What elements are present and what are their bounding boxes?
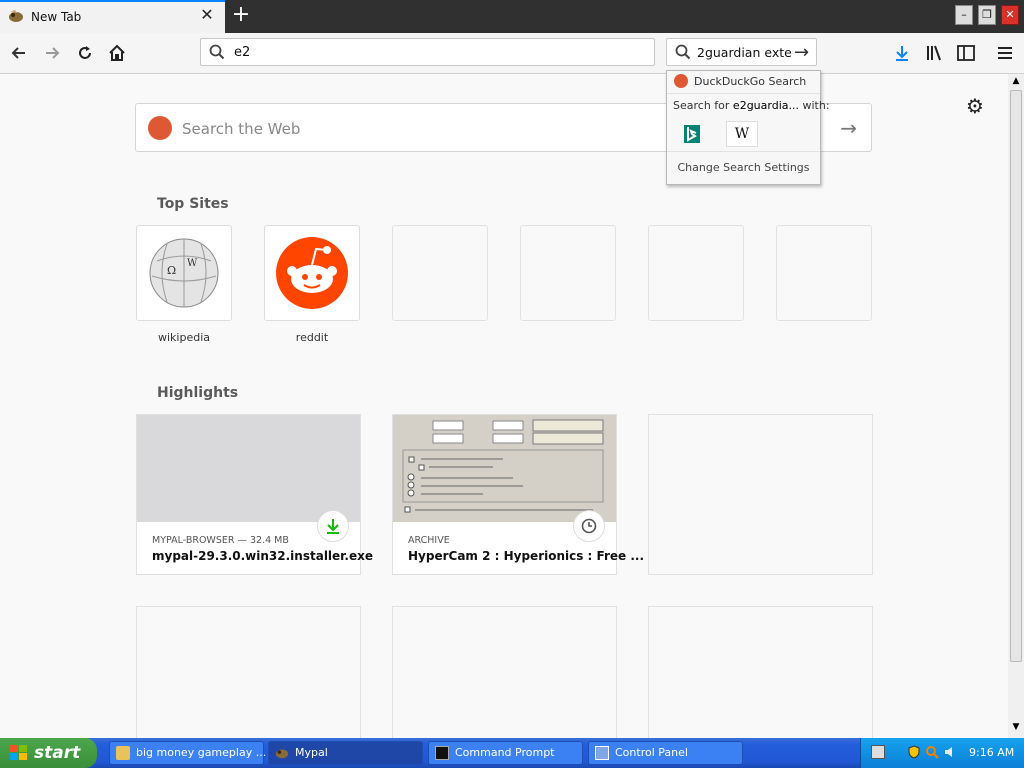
search-for-term: e2guardia... — [732, 99, 799, 112]
search-arrow-icon[interactable]: → — [840, 116, 857, 140]
clock-icon — [573, 510, 605, 542]
highlight-title: mypal-29.3.0.win32.installer.exe — [152, 549, 373, 563]
home-button[interactable] — [103, 39, 131, 67]
svg-text:Ω: Ω — [167, 264, 176, 277]
top-site-label: wikipedia — [157, 331, 210, 344]
search-go-icon[interactable]: → — [794, 42, 809, 63]
search-bar[interactable]: 2guardian exten → — [666, 38, 817, 66]
highlight-meta: MYPAL-BROWSER — 32.4 MB — [152, 535, 289, 546]
downloads-button[interactable] — [888, 39, 916, 67]
top-site-reddit[interactable] — [264, 225, 360, 321]
highlight-empty-slot — [136, 606, 361, 738]
windows-logo-icon — [10, 745, 27, 760]
top-site-empty-slot[interactable] — [776, 225, 872, 321]
menu-button[interactable] — [991, 39, 1019, 67]
search-icon — [675, 44, 691, 60]
mypal-favicon-icon — [9, 10, 23, 22]
top-site-empty-slot[interactable] — [392, 225, 488, 321]
duckduckgo-icon — [674, 74, 688, 88]
scrollbar-thumb[interactable] — [1010, 90, 1022, 662]
tab-close-icon[interactable]: ✕ — [198, 6, 216, 24]
forward-button[interactable] — [38, 39, 66, 67]
start-button[interactable]: start — [0, 738, 97, 768]
shield-icon[interactable] — [907, 745, 921, 759]
folder-icon — [116, 746, 130, 760]
download-icon — [896, 46, 908, 61]
svg-text:W: W — [187, 258, 198, 269]
top-site-wikipedia[interactable]: Ω W — [136, 225, 232, 321]
reddit-icon — [276, 237, 348, 309]
top-site-label: reddit — [295, 331, 329, 344]
highlight-empty-slot — [648, 606, 873, 738]
mypal-icon — [275, 749, 289, 759]
search-input[interactable]: 2guardian exten — [697, 45, 792, 60]
magnifier-tray-icon[interactable] — [925, 745, 939, 759]
taskbar-item[interactable]: Command Prompt — [428, 741, 583, 765]
forward-arrow-icon — [46, 47, 60, 59]
clock: 9:16 AM — [969, 746, 1015, 759]
gear-icon[interactable]: ⚙ — [966, 94, 984, 118]
scroll-down-icon[interactable]: ▼ — [1010, 722, 1022, 734]
highlights-heading: Highlights — [157, 385, 239, 401]
highlight-meta: ARCHIVE — [408, 535, 450, 546]
top-sites-heading: Top Sites — [157, 196, 229, 212]
highlight-empty-slot — [648, 414, 873, 575]
hypercam-dialog-image — [402, 419, 604, 513]
library-button[interactable] — [920, 39, 948, 67]
new-tab-button[interactable]: + — [229, 3, 253, 27]
taskbar-item[interactable]: big money gameplay ... — [109, 741, 266, 765]
url-input[interactable]: e2 — [234, 45, 250, 60]
wikipedia-globe-icon: Ω W — [149, 238, 219, 308]
back-arrow-icon — [11, 47, 25, 59]
bing-icon[interactable] — [681, 123, 703, 145]
close-window-button[interactable]: ✕ — [1001, 5, 1019, 25]
tab-title: New Tab — [31, 10, 82, 24]
change-search-settings-button[interactable]: Change Search Settings — [667, 151, 820, 184]
scroll-up-icon[interactable]: ▲ — [1010, 76, 1022, 88]
url-bar[interactable]: e2 — [200, 38, 655, 66]
duckduckgo-logo-icon — [148, 116, 172, 140]
vertical-scrollbar[interactable]: ▲ ▼ — [1008, 74, 1024, 738]
top-site-empty-slot[interactable] — [520, 225, 616, 321]
search-suggestions-popup: DuckDuckGo Search Search for e2guardia..… — [666, 70, 830, 185]
highlight-card-download[interactable]: MYPAL-BROWSER — 32.4 MB mypal-29.3.0.win… — [136, 414, 373, 575]
home-icon — [109, 44, 125, 61]
command-prompt-icon — [435, 746, 449, 760]
library-icon — [927, 45, 941, 61]
back-button[interactable] — [5, 39, 33, 67]
web-search-placeholder: Search the Web — [182, 120, 301, 138]
search-icon — [209, 44, 225, 60]
restore-button[interactable]: ❐ — [978, 5, 996, 25]
hypercam-screenshot-thumbnail — [393, 415, 616, 522]
sidebar-button[interactable] — [952, 39, 980, 67]
reload-icon — [79, 46, 91, 59]
sidebar-icon — [957, 45, 975, 61]
new-tab-page: Search the Web → ⚙ Top Sites Ω W wikiped… — [0, 74, 1008, 738]
search-for-text: Search for e2guardia... with: — [673, 99, 830, 112]
taskbar-item[interactable]: Control Panel — [588, 741, 743, 765]
highlight-card-archive[interactable]: ARCHIVE HyperCam 2 : Hyperionics : Free … — [392, 414, 644, 575]
system-tray: 9:16 AM — [860, 738, 1024, 768]
minimize-button[interactable]: – — [955, 5, 973, 25]
tab-strip: New Tab ✕ + – ❐ ✕ — [0, 0, 1024, 33]
hamburger-menu-icon — [998, 47, 1012, 59]
reload-button[interactable] — [71, 39, 99, 67]
highlight-thumbnail — [137, 415, 360, 522]
highlight-empty-slot — [392, 606, 617, 738]
wikipedia-engine-button[interactable]: W — [726, 121, 758, 147]
highlight-title: HyperCam 2 : Hyperionics : Free ... — [408, 549, 645, 563]
windows-taskbar: start big money gameplay ... Mypal Comma… — [0, 738, 1024, 768]
keyboard-icon[interactable] — [871, 745, 885, 759]
control-panel-icon — [595, 746, 609, 760]
start-label: start — [34, 743, 81, 763]
taskbar-item-active[interactable]: Mypal — [268, 741, 423, 765]
download-icon — [317, 510, 349, 542]
duckduckgo-search-row[interactable]: DuckDuckGo Search — [667, 71, 820, 94]
engine-label: DuckDuckGo Search — [694, 75, 807, 88]
top-site-empty-slot[interactable] — [648, 225, 744, 321]
tab-new-tab[interactable]: New Tab ✕ — [0, 0, 225, 33]
speaker-icon[interactable] — [943, 745, 957, 759]
navigation-toolbar: e2 2guardian exten → — [0, 33, 1024, 74]
